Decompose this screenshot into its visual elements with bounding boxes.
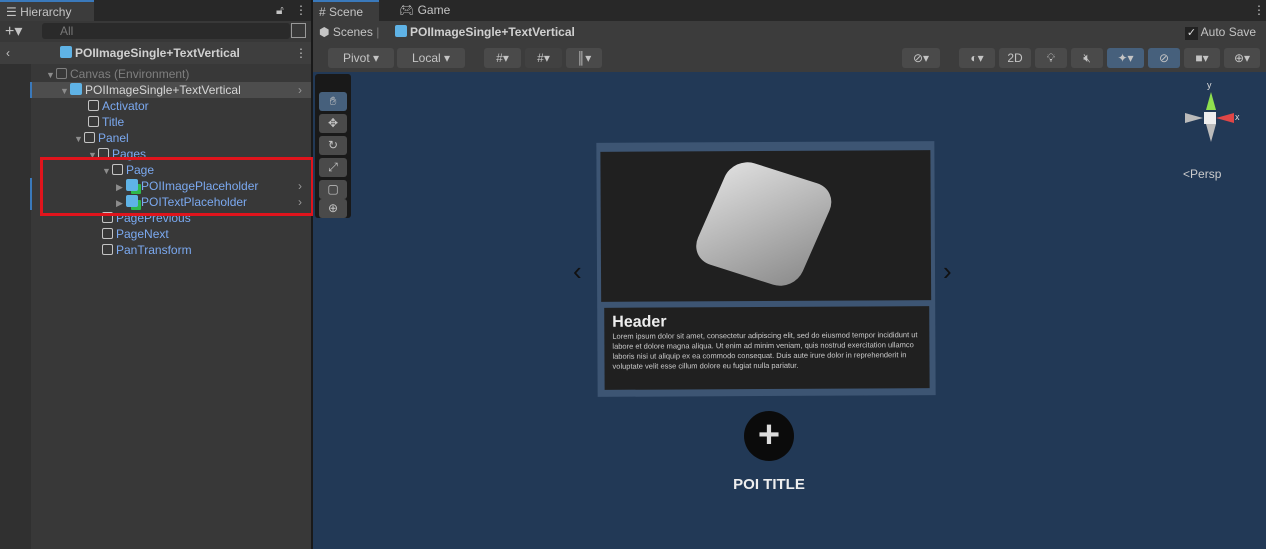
override-marker (30, 194, 32, 210)
scene-toolbar: Pivot ▾ Local ▾ #▾ #▾ ║▾ ⊘▾ ◐▾ 2D 💡︎ 🔇︎ … (313, 45, 1266, 72)
more-icon[interactable]: ⋮ (295, 46, 307, 60)
tool-palette: ✋︎ ✥ ↻ ⤢ ▢ ⊕ (315, 74, 351, 218)
list-icon: ☰ (6, 5, 21, 19)
gizmo-y-axis (1206, 92, 1216, 110)
override-marker (30, 82, 32, 98)
gizmo-x-label: x (1235, 112, 1240, 122)
prefab-header: ‹ POIImageSingle+TextVertical ⋮ (0, 42, 311, 64)
tree-item-pan-transform[interactable]: PanTransform (102, 242, 192, 258)
poi-card: Header Lorem ipsum dolor sit amet, conse… (596, 141, 936, 397)
grid-snap-button[interactable]: #▾ (484, 48, 521, 68)
card-body: Lorem ipsum dolor sit amet, consectetur … (612, 330, 918, 371)
ruler-button[interactable]: ║▾ (566, 48, 602, 68)
tree-item-title[interactable]: Title (88, 114, 124, 130)
breadcrumb-scenes[interactable]: ⬢ Scenes | (319, 25, 379, 39)
2d-toggle[interactable]: 2D (999, 48, 1031, 68)
hierarchy-tabbar: ☰ Hierarchy 🔓︎ ⋮ (0, 0, 311, 21)
camera-button[interactable]: ■▾ (1184, 48, 1220, 68)
gizmo-neg-y (1206, 124, 1216, 142)
prefab-icon (395, 25, 407, 37)
gizmos-button[interactable]: ⊕▾ (1224, 48, 1260, 68)
scale-tool[interactable]: ⤢ (319, 158, 347, 177)
rect-tool[interactable]: ▢ (319, 180, 347, 199)
gizmo-x-axis (1216, 113, 1234, 123)
persp-label[interactable]: <Persp (1183, 167, 1221, 181)
effects-button[interactable]: ✦▾ (1107, 48, 1144, 68)
local-dropdown[interactable]: Local ▾ (397, 48, 465, 68)
snap-increment-button[interactable]: #▾ (525, 48, 562, 68)
highlight-box (40, 157, 314, 216)
tab-scene[interactable]: # Scene (313, 0, 379, 21)
more-icon[interactable]: ⋮ (1253, 3, 1265, 17)
transform-tool[interactable]: ⊕ (319, 199, 347, 218)
tab-label: Hierarchy (20, 5, 72, 19)
gizmo-center (1204, 112, 1216, 124)
gizmo-y-label: y (1207, 80, 1212, 90)
prefab-icon (60, 46, 72, 58)
gamepad-icon: 🎮︎ (399, 3, 418, 17)
image-placeholder-icon (689, 156, 839, 292)
unity-icon: ⬢ (319, 25, 333, 39)
scene-search-icon[interactable] (291, 23, 306, 38)
auto-save-toggle[interactable]: ✓ Auto Save (1185, 25, 1256, 40)
gutter (0, 64, 31, 549)
pivot-dropdown[interactable]: Pivot ▾ (328, 48, 394, 68)
lighting-toggle[interactable]: 💡︎ (1035, 48, 1067, 68)
next-page-button[interactable]: › (943, 256, 952, 287)
prefab-title-text: POIImageSingle+TextVertical (75, 46, 240, 60)
image-area (600, 150, 932, 302)
checkbox-icon: ✓ (1185, 27, 1198, 40)
poi-title: POI TITLE (733, 476, 805, 493)
hand-tool[interactable]: ✋︎ (319, 92, 347, 111)
tab-hierarchy[interactable]: ☰ Hierarchy (0, 0, 94, 21)
breadcrumb-bar: ⬢ Scenes | POIImageSingle+TextVertical ✓… (313, 21, 1266, 45)
activator-plus-button[interactable]: + (744, 411, 794, 461)
tree-item-canvas[interactable]: ▼ Canvas (Environment) (46, 66, 189, 82)
visibility-toggle[interactable]: ⊘ (1148, 48, 1180, 68)
breadcrumb-prefab[interactable]: POIImageSingle+TextVertical (395, 25, 575, 39)
move-tool[interactable]: ✥ (319, 114, 347, 133)
rotate-tool[interactable]: ↻ (319, 136, 347, 155)
scene-tabbar: # Scene 🎮︎ Game ⋮ (313, 0, 1266, 21)
tree-item-panel[interactable]: ▼ Panel (74, 130, 129, 146)
prefab-title: POIImageSingle+TextVertical (60, 46, 240, 60)
prev-page-button[interactable]: ‹ (573, 256, 582, 287)
card-header: Header (612, 313, 667, 331)
text-area: Header Lorem ipsum dolor sit amet, conse… (604, 306, 930, 390)
scene-viewport[interactable]: ✋︎ ✥ ↻ ⤢ ▢ ⊕ Header Lorem ipsum dolor si… (313, 72, 1266, 549)
lock-icon[interactable]: 🔓︎ (276, 3, 284, 18)
tab-game[interactable]: 🎮︎ Game (393, 0, 450, 21)
search-input[interactable]: All (42, 23, 290, 39)
shading-mode-button[interactable]: ◐▾ (959, 48, 995, 68)
back-icon[interactable]: ‹ (6, 46, 10, 60)
override-marker (30, 178, 32, 194)
hierarchy-panel: ☰ Hierarchy 🔓︎ ⋮ +▾ All ‹ POIImageSingle… (0, 0, 314, 549)
tree-item-page-next[interactable]: PageNext (102, 226, 169, 242)
more-icon[interactable]: ⋮ (295, 3, 307, 17)
gizmo-neg-x (1185, 113, 1203, 123)
audio-toggle[interactable]: 🔇︎ (1071, 48, 1103, 68)
chevron-right-icon[interactable]: › (298, 82, 302, 98)
tree-item-activator[interactable]: Activator (88, 98, 149, 114)
tree-item-root[interactable]: ▼ POIImageSingle+TextVertical (60, 82, 241, 98)
orientation-gizmo[interactable]: y x (1177, 80, 1247, 164)
add-button[interactable]: +▾ (5, 21, 22, 41)
orientation-button[interactable]: ⊘▾ (902, 48, 940, 68)
